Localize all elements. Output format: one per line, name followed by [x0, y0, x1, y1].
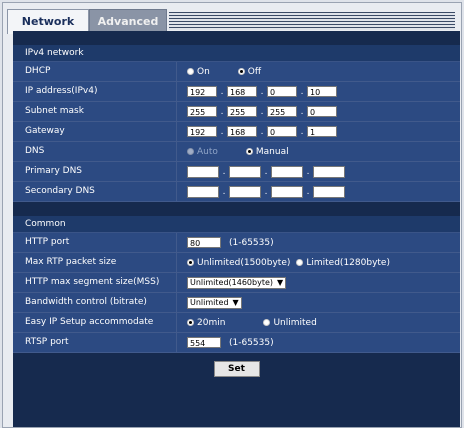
rtsp-port-input[interactable]: 554	[187, 337, 221, 348]
easyip-unlimited-radio[interactable]	[263, 319, 271, 326]
primary-dns-octet-3[interactable]	[271, 165, 303, 178]
gateway-row: Gateway 192. 168. 0. 1	[13, 122, 460, 142]
primary-dns-label: Primary DNS	[13, 162, 177, 181]
dns-auto-radio[interactable]	[187, 148, 194, 155]
ip-octet-3[interactable]: 0	[267, 86, 297, 97]
http-port-row: HTTP port 80 (1-65535)	[13, 233, 460, 253]
gateway-octet-1[interactable]: 192	[187, 126, 217, 137]
dhcp-off-radio[interactable]	[237, 68, 245, 75]
dhcp-on-radio[interactable]	[187, 68, 194, 75]
bandwidth-label: Bandwidth control (bitrate)	[13, 293, 177, 312]
dns-manual-radio[interactable]	[245, 148, 253, 155]
settings-frame: Network Advanced IPv4 network DHCP On Of…	[2, 2, 462, 428]
settings-panel: IPv4 network DHCP On Off IP address(IPv4…	[13, 31, 460, 427]
ipv4-heading: IPv4 network	[13, 45, 460, 62]
common-heading: Common	[13, 216, 460, 233]
bandwidth-select[interactable]: Unlimited ▼	[187, 296, 242, 309]
tab-bar-decoration	[169, 12, 455, 30]
ip-octet-2[interactable]: 168	[227, 86, 257, 97]
mss-label: HTTP max segment size(MSS)	[13, 273, 177, 292]
dhcp-on-option[interactable]: On	[187, 67, 210, 77]
subnet-label: Subnet mask	[13, 102, 177, 121]
secondary-dns-label: Secondary DNS	[13, 182, 177, 201]
subnet-octet-2[interactable]: 255	[227, 106, 257, 117]
dhcp-row: DHCP On Off	[13, 62, 460, 82]
mss-row: HTTP max segment size(MSS) Unlimited(146…	[13, 273, 460, 293]
ip-address-label: IP address(IPv4)	[13, 82, 177, 101]
rtsp-label: RTSP port	[13, 333, 177, 352]
subnet-row: Subnet mask 255. 255. 255. 0	[13, 102, 460, 122]
secondary-dns-octet-1[interactable]	[187, 185, 219, 198]
secondary-dns-octet-3[interactable]	[271, 185, 303, 198]
set-button[interactable]: Set	[213, 361, 260, 377]
rtsp-port-hint: (1-65535)	[229, 337, 274, 348]
http-port-hint: (1-65535)	[229, 237, 274, 248]
http-port-label: HTTP port	[13, 233, 177, 252]
chevron-down-icon: ▼	[277, 278, 284, 287]
dns-label: DNS	[13, 142, 177, 161]
secondary-dns-octet-2[interactable]	[229, 185, 261, 198]
primary-dns-octet-4[interactable]	[313, 165, 345, 178]
rtp-label: Max RTP packet size	[13, 253, 177, 272]
rtp-limited-option[interactable]: Limited(1280byte)	[296, 258, 390, 268]
easyip-unlimited-option[interactable]: Unlimited	[263, 318, 317, 328]
primary-dns-octet-1[interactable]	[187, 165, 219, 178]
rtsp-row: RTSP port 554 (1-65535)	[13, 333, 460, 353]
ip-octet-4[interactable]: 10	[307, 86, 337, 97]
ipv4-section: IPv4 network DHCP On Off IP address(IPv4…	[13, 45, 460, 202]
dns-manual-option[interactable]: Manual	[245, 147, 289, 157]
dns-row: DNS Auto Manual	[13, 142, 460, 162]
dns-auto-option[interactable]: Auto	[187, 147, 218, 157]
easyip-20min-radio[interactable]	[187, 319, 194, 326]
ip-octet-1[interactable]: 192	[187, 86, 217, 97]
http-port-input[interactable]: 80	[187, 237, 221, 248]
dhcp-label: DHCP	[13, 62, 177, 81]
secondary-dns-octet-4[interactable]	[313, 185, 345, 198]
subnet-octet-3[interactable]: 255	[267, 106, 297, 117]
rtp-unlimited-radio[interactable]	[187, 259, 194, 266]
easyip-row: Easy IP Setup accommodate period 20min U…	[13, 313, 460, 346]
primary-dns-octet-2[interactable]	[229, 165, 261, 178]
gateway-octet-2[interactable]: 168	[227, 126, 257, 137]
dhcp-off-option[interactable]: Off	[237, 67, 261, 77]
rtp-limited-radio[interactable]	[296, 259, 304, 266]
primary-dns-row: Primary DNS . . .	[13, 162, 460, 182]
gateway-octet-3[interactable]: 0	[267, 126, 297, 137]
easyip-label: Easy IP Setup accommodate period	[13, 313, 177, 346]
easyip-20min-option[interactable]: 20min	[187, 318, 225, 328]
subnet-octet-1[interactable]: 255	[187, 106, 217, 117]
gateway-label: Gateway	[13, 122, 177, 141]
secondary-dns-row: Secondary DNS . . .	[13, 182, 460, 202]
chevron-down-icon: ▼	[232, 298, 239, 307]
bandwidth-row: Bandwidth control (bitrate) Unlimited ▼	[13, 293, 460, 313]
mss-select[interactable]: Unlimited(1460byte) ▼	[187, 276, 287, 289]
gateway-octet-4[interactable]: 1	[307, 126, 337, 137]
ip-address-row: IP address(IPv4) 192. 168. 0. 10	[13, 82, 460, 102]
common-section: Common HTTP port 80 (1-65535) Max RTP pa…	[13, 216, 460, 353]
rtp-unlimited-option[interactable]: Unlimited(1500byte)	[187, 258, 290, 268]
rtp-row: Max RTP packet size Unlimited(1500byte) …	[13, 253, 460, 273]
subnet-octet-4[interactable]: 0	[307, 106, 337, 117]
